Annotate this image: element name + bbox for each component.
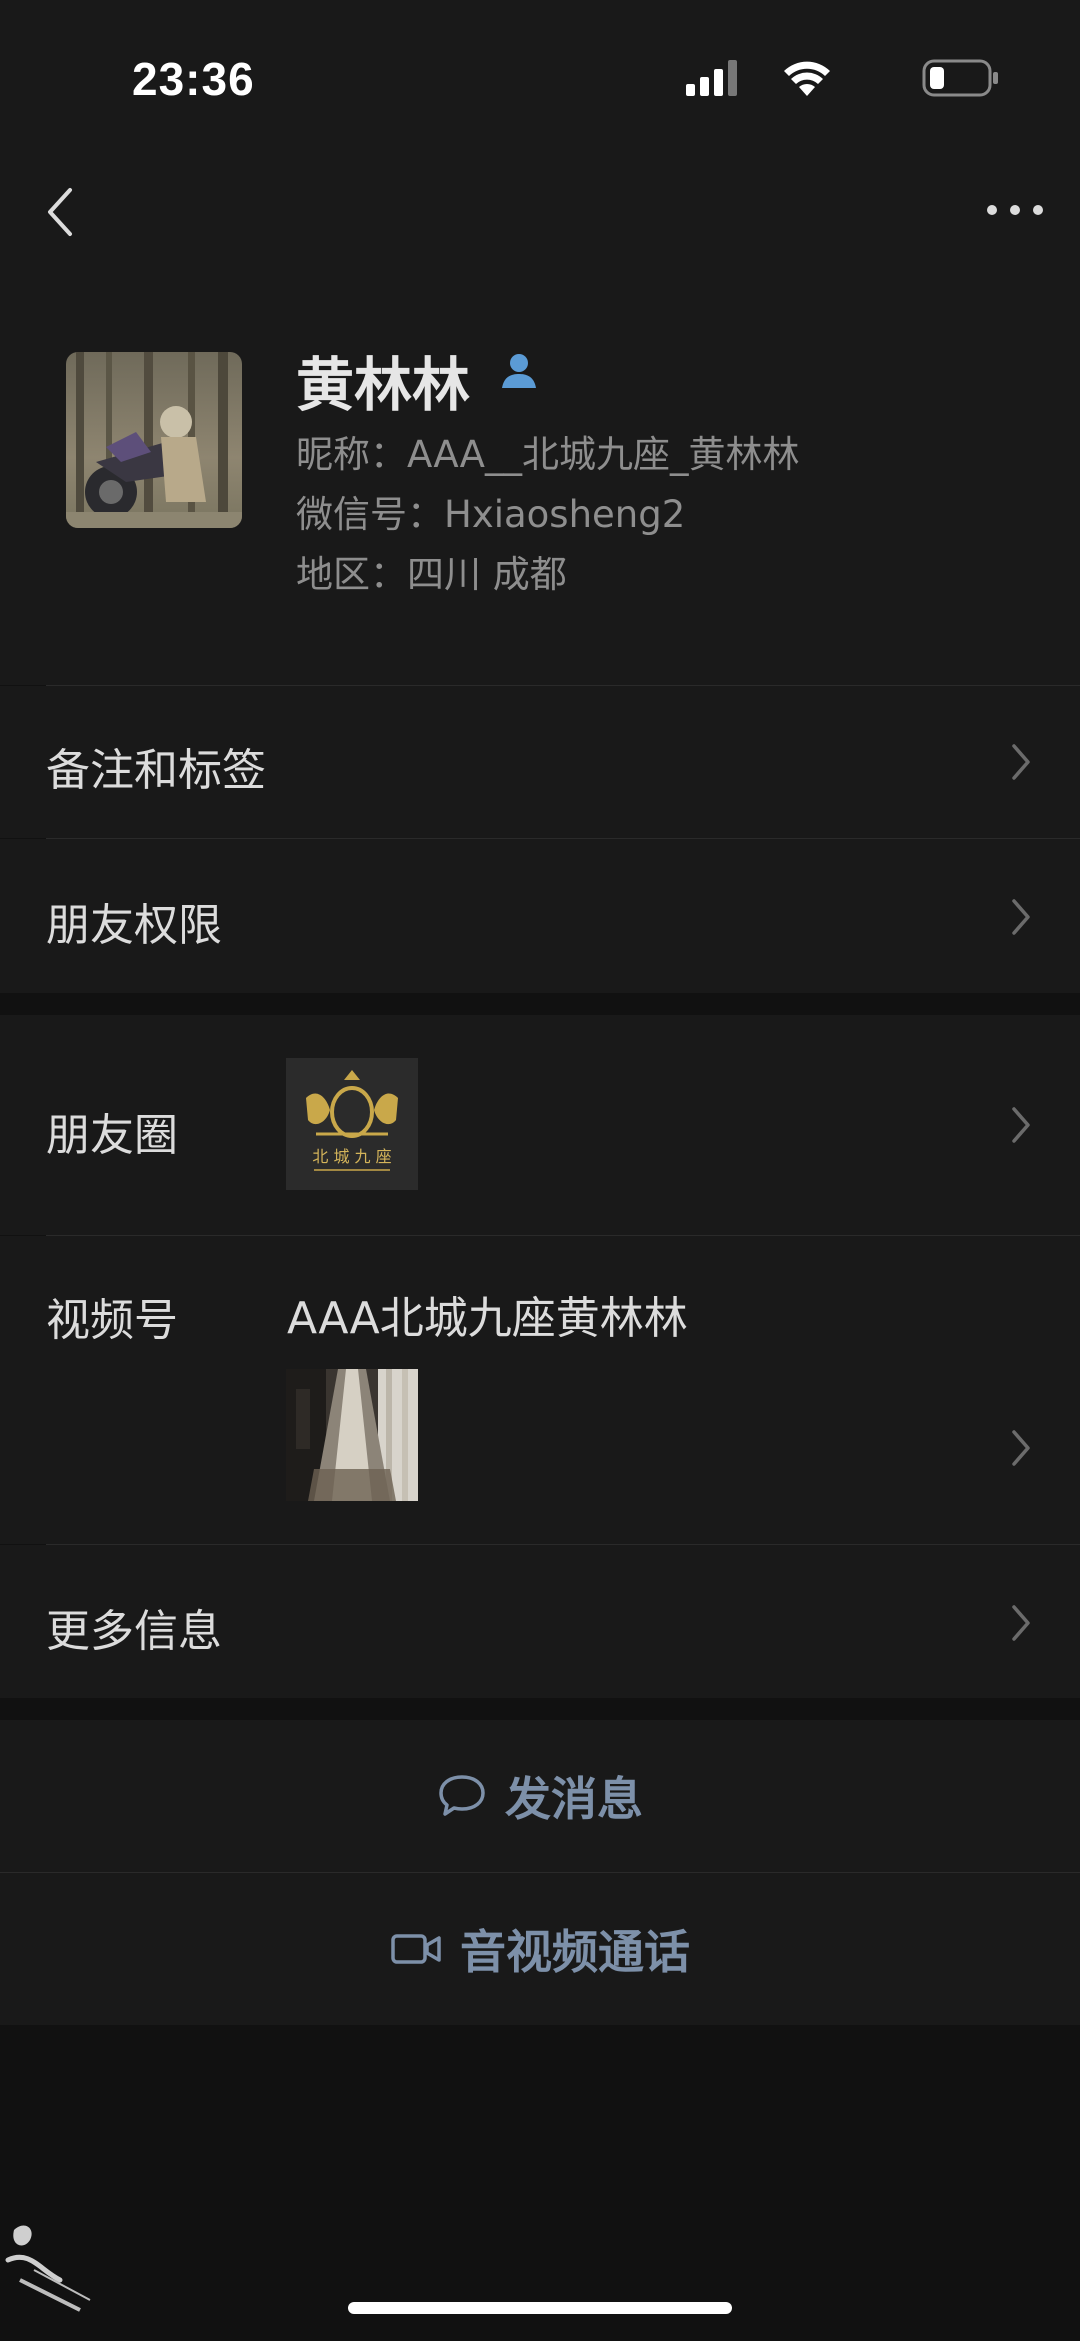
chevron-right-icon bbox=[1012, 1605, 1030, 1641]
nickname-text: 昵称：AAA__北城九座_黄林林 bbox=[296, 433, 800, 476]
avatar[interactable] bbox=[66, 352, 242, 528]
send-message-button[interactable]: 发消息 bbox=[0, 1720, 1080, 1872]
home-indicator[interactable] bbox=[348, 2302, 732, 2314]
watermark-logo-icon bbox=[5, 2225, 91, 2312]
wifi-icon bbox=[784, 61, 830, 96]
battery-icon bbox=[922, 59, 998, 97]
send-message-label: 发消息 bbox=[505, 1772, 643, 1826]
channels-name: AAA北城九座黄林林 bbox=[287, 1293, 688, 1344]
more-info-label: 更多信息 bbox=[46, 1606, 222, 1657]
region-text: 地区：四川 成都 bbox=[296, 553, 567, 596]
chevron-right-icon bbox=[1012, 744, 1030, 780]
status-bar: 23:36 bbox=[0, 0, 1080, 160]
person-icon bbox=[502, 354, 536, 388]
video-camera-icon bbox=[391, 1934, 441, 1964]
moments-thumbnail: 北 城 九 座 bbox=[286, 1058, 418, 1190]
remarks-tags-label: 备注和标签 bbox=[46, 745, 266, 796]
signal-icon bbox=[686, 60, 737, 96]
friend-permissions-label: 朋友权限 bbox=[46, 900, 222, 951]
moments-thumb-text: 北 城 九 座 bbox=[312, 1147, 391, 1166]
section-gap bbox=[0, 1698, 1080, 1720]
contact-name: 黄林林 bbox=[296, 351, 471, 419]
remarks-tags-row[interactable]: 备注和标签 bbox=[0, 686, 1080, 838]
moments-row[interactable]: 朋友圈 北 城 九 座 bbox=[0, 1015, 1080, 1235]
nav-bar bbox=[0, 160, 1080, 260]
moments-label: 朋友圈 bbox=[46, 1110, 178, 1161]
chevron-right-icon bbox=[1012, 1430, 1030, 1466]
friend-permissions-row[interactable]: 朋友权限 bbox=[0, 839, 1080, 993]
channels-row[interactable]: 视频号 AAA北城九座黄林林 bbox=[0, 1236, 1080, 1544]
name-row: 黄林林 bbox=[296, 338, 536, 419]
channels-thumbnail bbox=[286, 1369, 418, 1501]
chevron-right-icon bbox=[1012, 899, 1030, 935]
channels-label: 视频号 bbox=[46, 1295, 178, 1346]
video-call-label: 音视频通话 bbox=[460, 1925, 690, 1979]
wechat-id-text: 微信号：Hxiaosheng2 bbox=[296, 493, 686, 536]
more-dots-icon[interactable] bbox=[980, 190, 1050, 230]
chat-bubble-icon bbox=[439, 1775, 485, 1816]
chevron-right-icon bbox=[1012, 1107, 1030, 1143]
video-call-button[interactable]: 音视频通话 bbox=[0, 1873, 1080, 2025]
chevron-left-icon[interactable] bbox=[40, 182, 90, 242]
section-gap bbox=[0, 993, 1080, 1015]
status-time: 23:36 bbox=[132, 53, 255, 105]
profile-card: 黄林林 昵称：AAA__北城九座_黄林林 微信号：Hxiaosheng2 地区：… bbox=[0, 260, 1080, 685]
more-info-row[interactable]: 更多信息 bbox=[0, 1545, 1080, 1698]
